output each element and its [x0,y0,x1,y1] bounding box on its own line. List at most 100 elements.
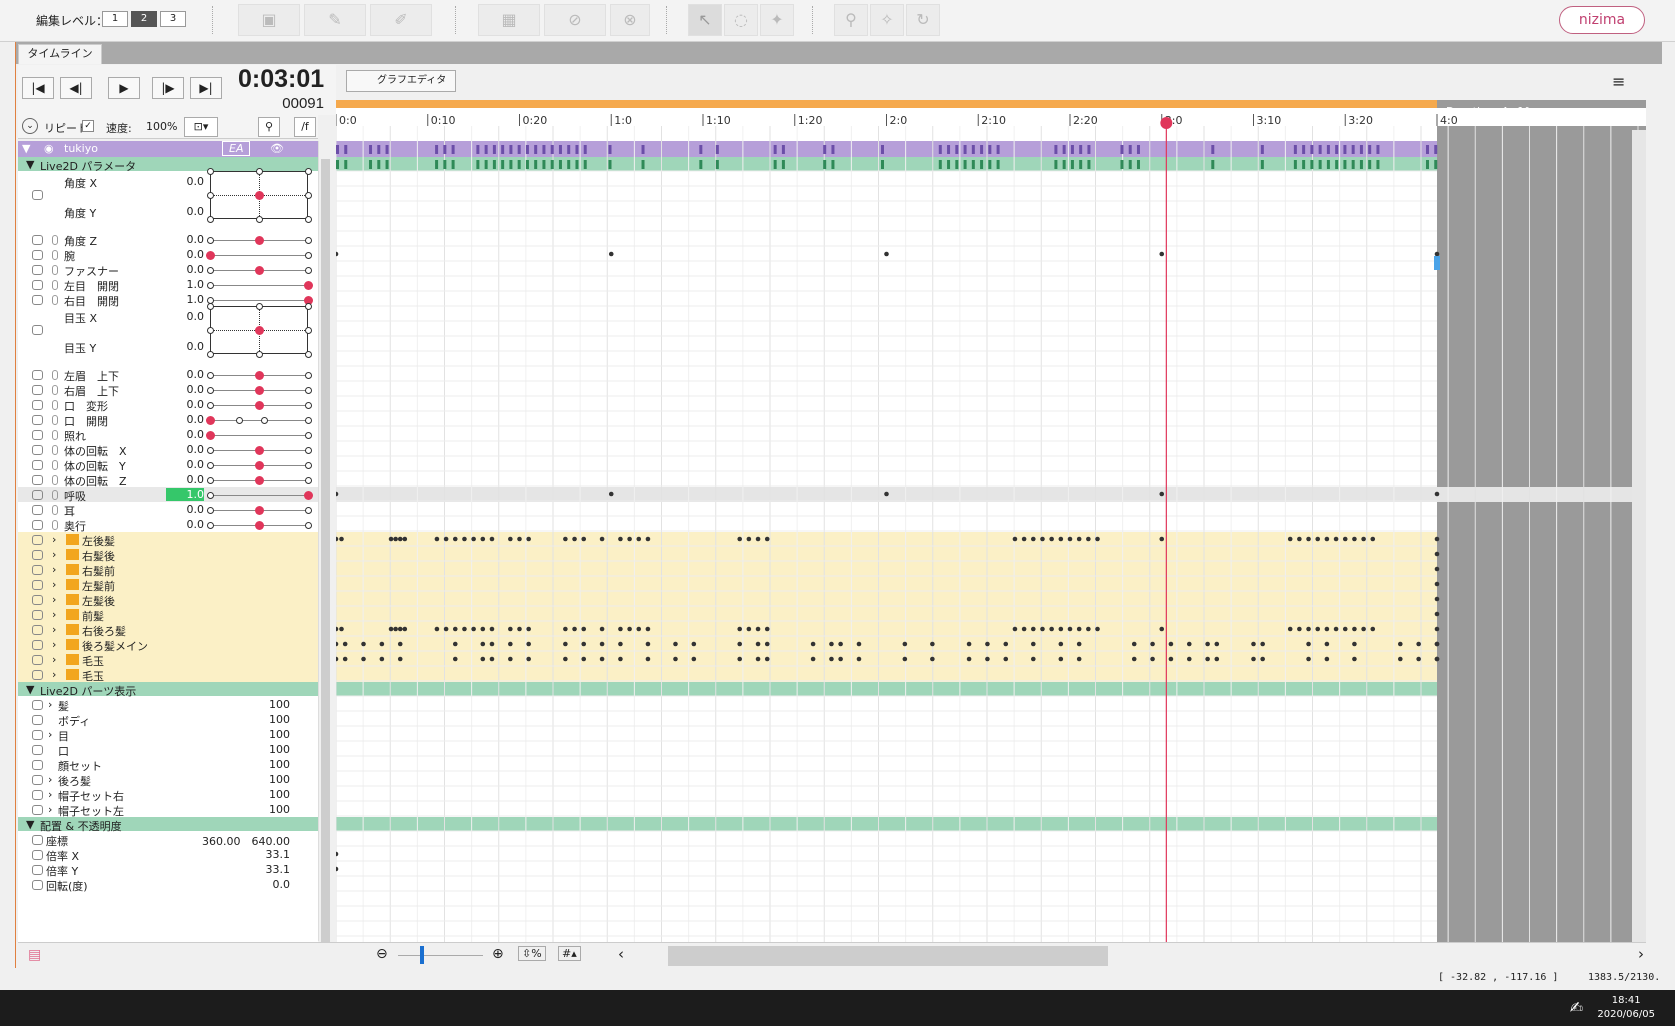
lock-icon[interactable] [52,265,58,275]
param-value[interactable]: 100 [254,698,290,711]
eye-icon[interactable]: 👁 [270,142,284,155]
lock-icon[interactable] [52,505,58,515]
param-slider[interactable] [207,296,313,305]
slider-knob[interactable] [255,461,264,470]
part-row[interactable]: › 帽子セット左 100 [18,802,318,818]
param-value[interactable]: 0.0 [168,518,205,531]
slider-knob[interactable] [255,521,264,530]
param-slider[interactable] [206,431,312,440]
param-value[interactable]: 0.0 [168,248,205,261]
goto-end-button[interactable]: ▶| [190,77,222,99]
brush-icon[interactable]: ✦ [760,4,794,36]
param-row[interactable]: 右眉 上下 0.0 [18,382,318,398]
param-value[interactable]: 0.0 [168,310,205,323]
slider-knob[interactable] [206,431,215,440]
param-value[interactable]: 0.0 [180,878,291,891]
grid-toggle-icon[interactable]: #▴ [558,946,581,961]
lock-icon[interactable] [52,235,58,245]
auto-mesh-icon[interactable]: ✐ [370,4,432,36]
visibility-icon[interactable] [32,835,43,845]
pen-icon[interactable]: ✎ [304,4,366,36]
slider-knob[interactable] [255,386,264,395]
folder-row[interactable]: › 毛玉 [18,667,318,683]
visibility-icon[interactable] [32,505,43,515]
horizontal-scrollbar-thumb[interactable] [668,946,1108,966]
visibility-icon[interactable] [32,325,43,335]
param-value[interactable]: 33.1 [180,848,291,861]
param-row[interactable]: 左眉 上下 0.0 [18,367,318,383]
param-row[interactable]: 呼吸 1.0 [18,487,318,503]
param-value[interactable]: 0.0 [168,175,205,188]
folder-row[interactable]: › 右髪後 [18,547,318,563]
expand-icon[interactable]: › [52,653,56,666]
part-row[interactable]: › 後ろ髪 100 [18,772,318,788]
param-value[interactable]: 100 [254,788,290,801]
param-value[interactable]: 0.0 [168,205,205,218]
visibility-icon[interactable] [32,865,43,875]
folder-row[interactable]: › 左髪後 [18,592,318,608]
param-row[interactable]: 左目 開閉 1.0 [18,277,318,293]
visibility-icon[interactable] [32,565,43,575]
system-clock[interactable]: 18:41 2020/06/05 [1597,994,1655,1022]
param-slider[interactable] [207,476,312,485]
visibility-icon[interactable] [32,880,43,890]
step-back-button[interactable]: ◀| [60,77,92,99]
group-live2d-parts[interactable]: ▼ Live2D パーツ表示 [18,682,318,698]
visibility-icon[interactable] [32,460,43,470]
part-row[interactable]: › 髪 100 [18,697,318,713]
visibility-icon[interactable] [32,370,43,380]
param-slider[interactable] [206,251,312,260]
bind-icon[interactable]: ⊗ [610,4,650,36]
param-value[interactable]: 0.0 [168,428,205,441]
step-forward-button[interactable]: |▶ [152,77,184,99]
visibility-icon[interactable] [32,520,43,530]
param-value[interactable]: 1.0 [168,293,205,306]
param-row[interactable]: 照れ 0.0 [18,427,318,443]
param-slider[interactable] [207,461,312,470]
visibility-icon[interactable] [32,280,43,290]
visibility-icon[interactable] [32,625,43,635]
graph-editor-button[interactable]: グラフエディタ [346,70,456,92]
visibility-icon[interactable] [32,535,43,545]
display-mode-icon[interactable]: ⊡▾ [184,117,218,137]
play-button[interactable]: ▶ [108,77,140,99]
visibility-icon[interactable] [32,265,43,275]
param-slider[interactable] [207,371,312,380]
expand-icon[interactable]: › [52,668,56,681]
collapse-all-icon[interactable]: ⌄ [22,118,38,134]
visibility-icon[interactable] [32,415,43,425]
part-row[interactable]: › 目 100 [18,727,318,743]
pen-input-icon[interactable]: ✍ [1570,998,1583,1017]
part-row[interactable]: ボディ 100 [18,712,318,728]
folder-row[interactable]: › 右後ろ髪 [18,622,318,638]
visibility-icon[interactable] [32,805,43,815]
param-value[interactable]: 100 [254,773,290,786]
visibility-icon[interactable] [32,850,43,860]
pin-icon[interactable]: ⚲ [834,4,868,36]
param-2d-grid[interactable] [207,303,312,358]
visibility-icon[interactable] [32,670,43,680]
placement-row[interactable]: 座標 360.00 640.00 [18,832,318,848]
param-2d-grid[interactable] [207,168,312,223]
lock-icon[interactable] [52,430,58,440]
param-row[interactable]: 体の回転 X 0.0 [18,442,318,458]
keyframe-pin-icon[interactable]: ⚲ [258,117,280,137]
expand-icon[interactable]: › [52,533,56,546]
param-row[interactable]: 腕 0.0 [18,247,318,263]
param-value[interactable]: 1.0 [166,488,204,501]
visibility-icon[interactable] [32,385,43,395]
zoom-in-icon[interactable]: ⊕ [492,946,504,962]
param-row[interactable]: 右目 開閉 1.0 [18,292,318,308]
placement-row[interactable]: 回転(度) 0.0 [18,877,318,893]
part-row[interactable]: 口 100 [18,742,318,758]
param-value[interactable]: 100 [254,743,290,756]
lock-icon[interactable] [52,250,58,260]
expand-icon[interactable]: › [52,638,56,651]
collapse-icon[interactable]: ▼ [22,142,30,155]
expand-icon[interactable]: › [52,578,56,591]
lock-icon[interactable] [52,370,58,380]
part-row[interactable]: 顔セット 100 [18,757,318,773]
folder-row[interactable]: › 後ろ髪メイン [18,637,318,653]
visibility-icon[interactable] [32,790,43,800]
lock-icon[interactable] [52,445,58,455]
